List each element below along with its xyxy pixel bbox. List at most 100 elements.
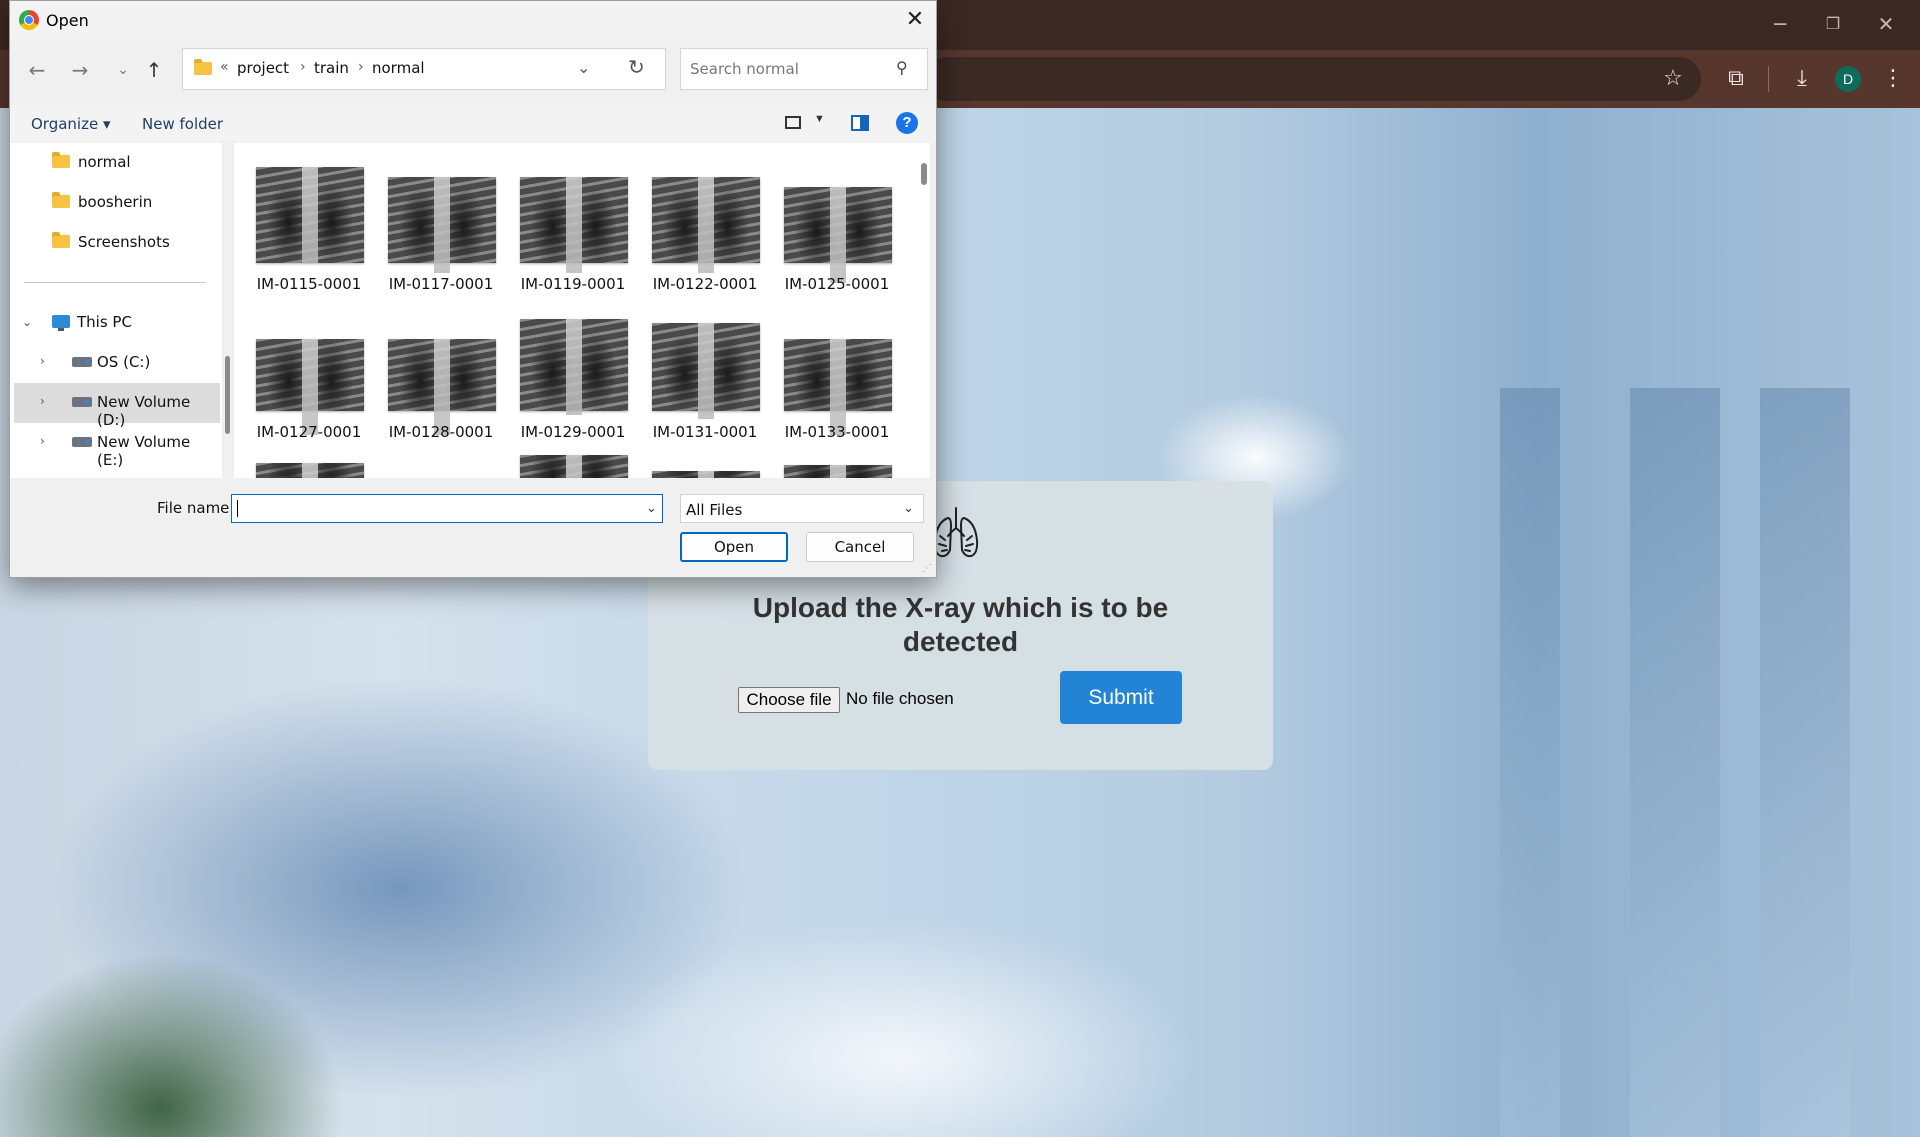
recent-locations-chevron-icon[interactable]: ⌄ bbox=[110, 57, 136, 83]
file-name-label: IM-0125-0001 bbox=[784, 275, 890, 293]
address-bar[interactable] bbox=[925, 57, 1701, 101]
file-item[interactable]: IM-0133-0001 bbox=[762, 315, 894, 455]
breadcrumb-item-project[interactable]: project bbox=[237, 59, 289, 77]
nav-drive-d[interactable]: › New Volume (D:) bbox=[34, 393, 214, 429]
chevron-right-icon[interactable]: › bbox=[40, 434, 45, 448]
xray-thumbnail-partial[interactable] bbox=[520, 455, 628, 478]
nav-item-label: New Volume (D:) bbox=[97, 393, 191, 429]
file-item[interactable]: IM-0129-0001 bbox=[498, 315, 630, 455]
xray-thumbnail bbox=[388, 339, 496, 435]
xray-thumbnail-partial[interactable] bbox=[784, 465, 892, 478]
view-dropdown-icon[interactable]: ▼ bbox=[814, 113, 825, 125]
submit-button[interactable]: Submit bbox=[1060, 671, 1182, 724]
nav-divider bbox=[24, 282, 206, 283]
xray-thumbnail-partial[interactable] bbox=[256, 463, 364, 478]
file-name-label: IM-0122-0001 bbox=[652, 275, 758, 293]
nav-item-label: Screenshots bbox=[78, 233, 170, 251]
file-type-value: All Files bbox=[686, 501, 743, 519]
breadcrumb-item-train[interactable]: train bbox=[314, 59, 349, 77]
nav-scrollbar-thumb[interactable] bbox=[225, 356, 230, 434]
computer-icon bbox=[52, 315, 70, 331]
nav-drive-e[interactable]: › New Volume (E:) bbox=[34, 433, 214, 469]
xray-thumbnail bbox=[256, 339, 364, 435]
file-item[interactable]: IM-0125-0001 bbox=[762, 167, 894, 307]
download-icon[interactable]: ⤓ bbox=[1786, 63, 1818, 95]
preview-pane-icon[interactable] bbox=[851, 115, 869, 131]
nav-item-label: normal bbox=[78, 153, 131, 171]
file-name-label: IM-0133-0001 bbox=[784, 423, 890, 441]
help-icon[interactable]: ? bbox=[896, 112, 918, 134]
menu-kebab-icon[interactable]: ⋮ bbox=[1877, 63, 1909, 95]
minimize-icon[interactable]: ─ bbox=[1760, 12, 1800, 36]
cancel-button[interactable]: Cancel bbox=[806, 532, 914, 562]
file-list: IM-0115-0001 IM-0117-0001 IM-0119-0001 I… bbox=[234, 143, 930, 478]
refresh-icon[interactable]: ↻ bbox=[628, 55, 645, 79]
address-dropdown-icon[interactable]: ⌄ bbox=[577, 58, 590, 77]
extensions-icon[interactable]: ⧉ bbox=[1720, 63, 1752, 95]
xray-thumbnail bbox=[256, 167, 364, 263]
file-status-text: No file chosen bbox=[846, 689, 954, 708]
file-name-label: IM-0117-0001 bbox=[388, 275, 494, 293]
xray-thumbnail bbox=[652, 177, 760, 273]
choose-file-button[interactable]: Choose file bbox=[738, 687, 840, 713]
breadcrumb-overflow[interactable]: « bbox=[220, 59, 229, 75]
file-item[interactable]: IM-0119-0001 bbox=[498, 167, 630, 307]
new-folder-button[interactable]: New folder bbox=[142, 115, 223, 133]
view-mode-icon[interactable] bbox=[785, 116, 801, 129]
chevron-right-icon[interactable]: › bbox=[40, 394, 45, 408]
nav-this-pc[interactable]: ⌄ This PC bbox=[22, 313, 212, 345]
nav-folder-screenshots[interactable]: Screenshots bbox=[52, 232, 212, 265]
file-item[interactable]: IM-0127-0001 bbox=[234, 315, 366, 455]
back-arrow-icon[interactable]: ← bbox=[24, 57, 50, 83]
text-caret bbox=[237, 500, 238, 517]
dialog-title-bar: Open ✕ bbox=[10, 1, 936, 39]
forward-arrow-icon[interactable]: → bbox=[67, 57, 93, 83]
toolbar-divider bbox=[1768, 66, 1769, 92]
chevron-down-icon[interactable]: ⌄ bbox=[22, 315, 32, 329]
file-name-label: IM-0128-0001 bbox=[388, 423, 494, 441]
open-button[interactable]: Open bbox=[680, 532, 788, 562]
breadcrumb-item-normal[interactable]: normal bbox=[372, 59, 425, 77]
file-type-select[interactable]: All Files ⌄ bbox=[680, 494, 924, 523]
nav-drive-c[interactable]: › OS (C:) bbox=[34, 353, 214, 385]
search-input[interactable]: Search normal ⚲ bbox=[680, 48, 928, 90]
profile-avatar[interactable]: D bbox=[1835, 66, 1861, 92]
file-list-scrollbar-thumb[interactable] bbox=[921, 163, 927, 185]
file-item[interactable]: IM-0115-0001 bbox=[234, 167, 366, 307]
file-name-label: IM-0129-0001 bbox=[520, 423, 626, 441]
nav-folder-boosherin[interactable]: boosherin bbox=[52, 192, 212, 225]
upload-title: Upload the X-ray which is to be detected bbox=[752, 592, 1169, 657]
folder-icon bbox=[52, 232, 70, 248]
chevron-down-icon[interactable]: ⌄ bbox=[903, 500, 914, 516]
breadcrumb-bar[interactable]: « project › train › normal ⌄ ↻ bbox=[182, 48, 666, 90]
file-name-label: IM-0115-0001 bbox=[256, 275, 362, 293]
chevron-down-icon[interactable]: ⌄ bbox=[646, 500, 657, 516]
xray-thumbnail bbox=[520, 177, 628, 273]
xray-thumbnail-partial[interactable] bbox=[652, 471, 760, 478]
open-file-dialog: Open ✕ ← → ⌄ ↑ « project › train › norma… bbox=[9, 0, 937, 578]
restore-icon[interactable]: ❐ bbox=[1813, 12, 1853, 36]
file-name-label: IM-0131-0001 bbox=[652, 423, 758, 441]
xray-thumbnail bbox=[388, 177, 496, 273]
nav-folder-normal[interactable]: normal bbox=[52, 152, 212, 185]
dialog-close-icon[interactable]: ✕ bbox=[900, 5, 930, 35]
window-close-icon[interactable]: ✕ bbox=[1866, 12, 1906, 36]
chevron-right-icon[interactable]: › bbox=[40, 354, 45, 368]
file-name-input[interactable]: ⌄ bbox=[231, 494, 663, 523]
file-item[interactable]: IM-0117-0001 bbox=[366, 167, 498, 307]
up-arrow-icon[interactable]: ↑ bbox=[141, 57, 167, 83]
xray-thumbnail bbox=[652, 323, 760, 419]
file-item[interactable]: IM-0131-0001 bbox=[630, 315, 762, 455]
file-item[interactable]: IM-0122-0001 bbox=[630, 167, 762, 307]
folder-icon bbox=[194, 59, 212, 75]
organize-menu-button[interactable]: Organize ▾ bbox=[31, 115, 111, 133]
nav-item-label: This PC bbox=[77, 313, 132, 331]
bookmark-star-icon[interactable]: ☆ bbox=[1657, 63, 1689, 95]
resize-grip-icon[interactable]: ⋰ bbox=[922, 563, 932, 574]
drive-icon bbox=[72, 397, 92, 407]
file-item[interactable]: IM-0128-0001 bbox=[366, 315, 498, 455]
xray-thumbnail bbox=[784, 339, 892, 435]
search-icon[interactable]: ⚲ bbox=[896, 58, 908, 77]
breadcrumb-separator: › bbox=[358, 59, 364, 75]
search-placeholder: Search normal bbox=[690, 60, 799, 78]
